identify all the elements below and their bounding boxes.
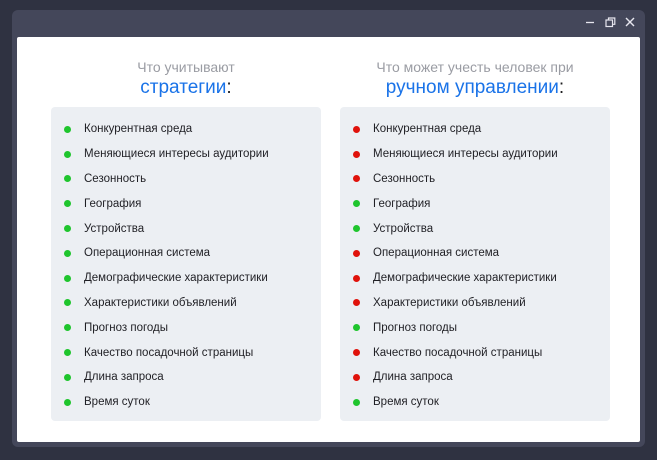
window-controls — [583, 15, 637, 29]
list-item-label: Меняющиеся интересы аудитории — [373, 148, 558, 161]
list-item-label: Характеристики объявлений — [373, 296, 526, 309]
list-item: Меняющиеся интересы аудитории — [340, 142, 610, 167]
restore-icon[interactable] — [603, 15, 617, 29]
list-item-label: Операционная система — [84, 247, 211, 260]
right-heading-accent: ручном управлении — [385, 77, 559, 98]
list-item-label: Качество посадочной страницы — [84, 346, 254, 359]
list-item: Время суток — [51, 390, 321, 415]
list-item: Конкурентная среда — [340, 117, 610, 142]
left-heading-colon: : — [226, 77, 232, 98]
status-dot-icon — [64, 324, 71, 332]
list-item-label: Устройства — [373, 222, 434, 235]
list-item: Операционная система — [340, 241, 610, 266]
status-dot-icon — [353, 150, 360, 158]
status-dot-icon — [64, 175, 71, 183]
right-heading: Что может учесть человек при ручном упра… — [340, 58, 610, 100]
list-item-label: Демографические характеристики — [84, 272, 268, 285]
right-heading-line1: Что может учесть человек при — [376, 59, 574, 75]
content-area: Что учитывают стратегии: Что может учест… — [17, 37, 640, 442]
list-item: Время суток — [340, 390, 610, 415]
left-heading-line1: Что учитывают — [137, 59, 235, 75]
status-dot-icon — [64, 125, 71, 133]
right-heading-line2: ручном управлении: — [340, 76, 610, 100]
right-heading-colon: : — [558, 77, 565, 98]
list-item: Демографические характеристики — [340, 266, 610, 291]
list-item-label: Качество посадочной страницы — [373, 346, 543, 359]
left-list: Конкурентная среда Меняющиеся интересы а… — [51, 107, 321, 415]
left-heading-line2: стратегии: — [51, 76, 321, 100]
status-dot-icon — [353, 249, 360, 257]
list-item-label: Длина запроса — [373, 371, 453, 384]
close-icon[interactable] — [623, 15, 637, 29]
list-item: Длина запроса — [340, 365, 610, 390]
list-item: Устройства — [51, 216, 321, 241]
status-dot-icon — [353, 349, 360, 357]
right-panel: Конкурентная среда Меняющиеся интересы а… — [340, 107, 610, 421]
status-dot-icon — [64, 225, 71, 233]
left-heading-accent: стратегии — [140, 77, 227, 98]
list-item-label: Сезонность — [373, 172, 436, 185]
list-item-label: География — [373, 197, 431, 210]
list-item: Меняющиеся интересы аудитории — [51, 142, 321, 167]
status-dot-icon — [64, 349, 71, 357]
list-item: География — [51, 191, 321, 216]
status-dot-icon — [353, 299, 360, 307]
status-dot-icon — [353, 373, 360, 381]
list-item-label: Прогноз погоды — [84, 321, 169, 334]
title-bar — [12, 10, 645, 36]
app-window: Что учитывают стратегии: Что может учест… — [12, 10, 645, 447]
list-item-label: Характеристики объявлений — [84, 296, 237, 309]
list-item-label: Сезонность — [84, 172, 147, 185]
list-item-label: Устройства — [84, 222, 145, 235]
list-item: Характеристики объявлений — [340, 291, 610, 316]
list-item: Качество посадочной страницы — [51, 340, 321, 365]
list-item: Конкурентная среда — [51, 117, 321, 142]
list-item: Демографические характеристики — [51, 266, 321, 291]
right-list: Конкурентная среда Меняющиеся интересы а… — [340, 107, 610, 415]
list-item: Прогноз погоды — [340, 315, 610, 340]
list-item: Характеристики объявлений — [51, 291, 321, 316]
status-dot-icon — [353, 274, 360, 282]
status-dot-icon — [64, 249, 71, 257]
list-item-label: Время суток — [84, 396, 150, 409]
list-item-label: Прогноз погоды — [373, 321, 458, 334]
list-item-label: Конкурентная среда — [84, 123, 193, 136]
list-item: География — [340, 191, 610, 216]
status-dot-icon — [64, 200, 71, 208]
status-dot-icon — [353, 324, 360, 332]
minimize-icon[interactable] — [583, 15, 597, 29]
status-dot-icon — [353, 225, 360, 233]
list-item-label: Операционная система — [373, 247, 500, 260]
list-item-label: Демографические характеристики — [373, 272, 557, 285]
list-item-label: Время суток — [373, 396, 439, 409]
list-item: Операционная система — [51, 241, 321, 266]
list-item-label: Меняющиеся интересы аудитории — [84, 148, 269, 161]
status-dot-icon — [353, 175, 360, 183]
left-panel: Конкурентная среда Меняющиеся интересы а… — [51, 107, 321, 421]
list-item: Сезонность — [51, 167, 321, 192]
list-item-label: Конкурентная среда — [373, 123, 482, 136]
list-item: Сезонность — [340, 167, 610, 192]
list-item-label: Длина запроса — [84, 371, 164, 384]
status-dot-icon — [353, 200, 360, 208]
list-item: Качество посадочной страницы — [340, 340, 610, 365]
status-dot-icon — [64, 274, 71, 282]
list-item: Устройства — [340, 216, 610, 241]
status-dot-icon — [64, 398, 71, 406]
status-dot-icon — [64, 299, 71, 307]
list-item: Длина запроса — [51, 365, 321, 390]
status-dot-icon — [64, 373, 71, 381]
status-dot-icon — [353, 125, 360, 133]
left-heading: Что учитывают стратегии: — [51, 58, 321, 100]
list-item: Прогноз погоды — [51, 315, 321, 340]
status-dot-icon — [64, 150, 71, 158]
status-dot-icon — [353, 398, 360, 406]
list-item-label: География — [84, 197, 142, 210]
